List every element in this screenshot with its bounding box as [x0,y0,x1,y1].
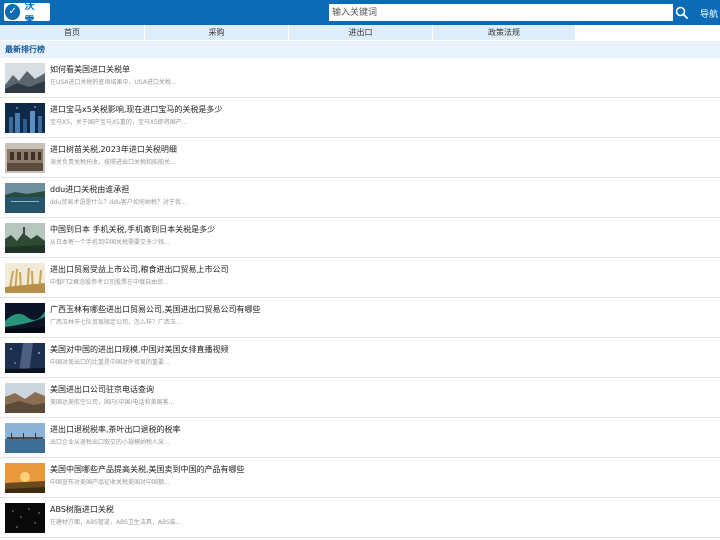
article-thumbnail[interactable] [5,263,45,293]
article-thumbnail[interactable] [5,383,45,413]
nav-menu-link[interactable]: 导航 [700,7,718,20]
article-thumbnail[interactable] [5,423,45,453]
list-item[interactable]: 进口树苗关税,2023年进口关税明细 海关负责关税托收，按照进出口关税和船舶关.… [0,138,720,178]
list-item[interactable]: ddu进口关税由谁承担 ddu贸易术语是什么？ddu客户如何纳税？对于我... [0,178,720,218]
list-item[interactable]: 进口宝马x5关税影响,现在进口宝马的关税是多少 宝马X5，关于国产宝马X5重的，… [0,98,720,138]
list-item[interactable]: 中国到日本 手机关税,手机寄到日本关税是多少 从日本寄一个手机到中国关税需要交多… [0,218,720,258]
article-thumbnail[interactable] [5,183,45,213]
article-thumbnail[interactable] [5,303,45,333]
tab-policy[interactable]: 政策法规 [433,25,576,40]
section-title: 最新排行榜 [0,41,720,58]
top-bar: ✓ 沃 零 导航 [0,0,720,27]
article-summary: 中俄FTZ概念股参考公司股票在中俄自由贸... [50,279,169,286]
article-summary: 中国宣布对美国产品征收关税美国对中国额... [50,479,170,486]
tab-purchase[interactable]: 采购 [145,25,289,40]
article-title[interactable]: ddu进口关税由谁承担 [50,184,129,195]
article-title[interactable]: 进口树苗关税,2023年进口关税明细 [50,144,177,155]
tab-import-export[interactable]: 进出口 [289,25,433,40]
site-logo[interactable]: ✓ 沃 零 [4,1,50,27]
list-item[interactable]: 美国进出口公司驻京电话查询 美国达美航空公司，国内(中国)电话和美国客... [0,378,720,418]
article-thumbnail[interactable] [5,143,45,173]
article-summary: 在USA进口关税的查询结果中，USA进口关税... [50,79,177,86]
article-thumbnail[interactable] [5,223,45,253]
article-summary: 广西玉林市七队贸易限定公司，怎么样？广西玉... [50,319,182,326]
article-thumbnail[interactable] [5,63,45,93]
search-icon [675,6,688,19]
search-button[interactable] [673,4,690,21]
article-thumbnail[interactable] [5,463,45,493]
article-title[interactable]: 中国到日本 手机关税,手机寄到日本关税是多少 [50,224,215,235]
tab-home[interactable]: 首页 [0,25,145,40]
article-title[interactable]: 广西玉林有哪些进出口贸易公司,美国进出口贸易公司有哪些 [50,304,261,315]
list-item[interactable]: 如何看美国进口关税单 在USA进口关税的查询结果中，USA进口关税... [0,58,720,98]
article-title[interactable]: 美国进出口公司驻京电话查询 [50,384,154,395]
article-summary: ddu贸易术语是什么？ddu客户如何纳税？对于我... [50,199,187,206]
article-title[interactable]: 进口宝马x5关税影响,现在进口宝马的关税是多少 [50,104,222,115]
category-tabs: 首页 采购 进出口 政策法规 [0,25,720,41]
list-item[interactable]: 美国对中国的进出口规模,中国对美国女排直播视频 中国对美出口的比重是中国对外贸易… [0,338,720,378]
list-item[interactable]: 进出口贸易受益上市公司,粮食进出口贸易上市公司 中俄FTZ概念股参考公司股票在中… [0,258,720,298]
article-title[interactable]: 进出口贸易受益上市公司,粮食进出口贸易上市公司 [50,264,229,275]
article-thumbnail[interactable] [5,103,45,133]
article-thumbnail[interactable] [5,503,45,533]
article-summary: 海关负责关税托收，按照进出口关税和船舶关... [50,159,176,166]
search-input[interactable] [329,4,673,21]
list-item[interactable]: ABS树脂进口关税 在建材方面，ABS管道，ABS卫生洁具，ABS装... [0,498,720,538]
article-title[interactable]: 美国中国哪些产品提高关税,美国卖到中国的产品有哪些 [50,464,245,475]
article-thumbnail[interactable] [5,343,45,373]
article-title[interactable]: 进出口退税税率,茶叶出口退税的税率 [50,424,181,435]
article-summary: 在建材方面，ABS管道，ABS卫生洁具，ABS装... [50,519,182,526]
article-list: 如何看美国进口关税单 在USA进口关税的查询结果中，USA进口关税... 进口宝… [0,58,720,538]
list-item[interactable]: 美国中国哪些产品提高关税,美国卖到中国的产品有哪些 中国宣布对美国产品征收关税美… [0,458,720,498]
list-item[interactable]: 广西玉林有哪些进出口贸易公司,美国进出口贸易公司有哪些 广西玉林市七队贸易限定公… [0,298,720,338]
article-summary: 美国达美航空公司，国内(中国)电话和美国客... [50,399,175,406]
article-title[interactable]: ABS树脂进口关税 [50,504,114,515]
article-summary: 出口企业从退税出口取交的小规模纳税人采... [50,439,170,446]
article-summary: 从日本寄一个手机到中国关税需要交多少钱... [50,239,170,246]
article-title[interactable]: 如何看美国进口关税单 [50,64,130,75]
logo-icon: ✓ [5,4,21,20]
article-title[interactable]: 美国对中国的进出口规模,中国对美国女排直播视频 [50,344,229,355]
article-summary: 中国对美出口的比重是中国对外贸易的重要... [50,359,170,366]
article-summary: 宝马X5，关于国产宝马X5重的，宝马X5即将国产... [50,119,188,126]
logo-text: 沃 零 [24,1,36,27]
list-item[interactable]: 进出口退税税率,茶叶出口退税的税率 出口企业从退税出口取交的小规模纳税人采... [0,418,720,458]
